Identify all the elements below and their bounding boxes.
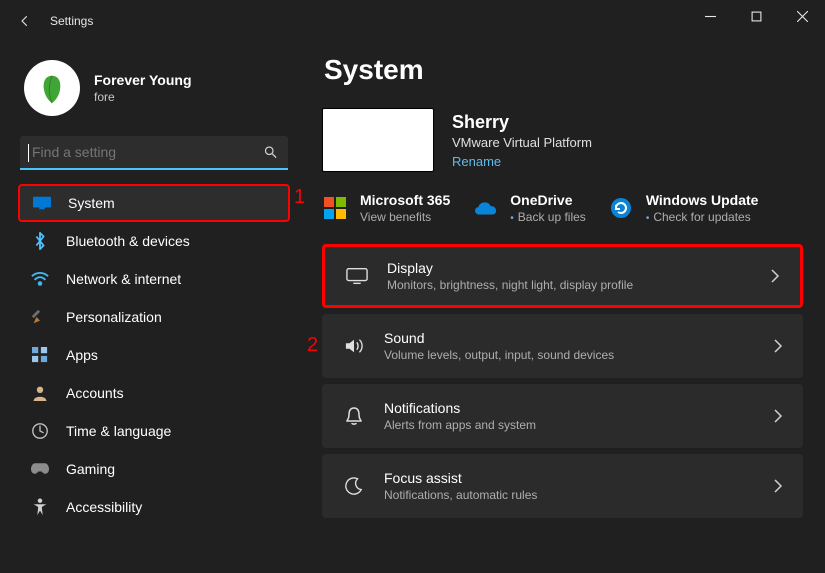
sidebar-item-accounts[interactable]: Accounts: [18, 374, 290, 412]
clock-globe-icon: [30, 422, 50, 440]
search-icon: [263, 145, 278, 160]
list-item-subtitle: Volume levels, output, input, sound devi…: [384, 348, 755, 362]
device-platform: VMware Virtual Platform: [452, 135, 592, 150]
promo-subtitle: Back up files: [510, 210, 586, 224]
chevron-right-icon: [770, 269, 780, 283]
promo-row: Microsoft 365 View benefits OneDrive Bac…: [322, 192, 803, 224]
promo-microsoft-365[interactable]: Microsoft 365 View benefits: [322, 192, 450, 224]
chevron-right-icon: [773, 479, 783, 493]
promo-windows-update[interactable]: Windows Update Check for updates: [608, 192, 759, 224]
device-thumbnail: [322, 108, 434, 172]
chevron-right-icon: [773, 409, 783, 423]
sidebar-item-label: Gaming: [66, 461, 115, 477]
sidebar-item-label: Apps: [66, 347, 98, 363]
bell-icon: [342, 406, 366, 426]
device-summary: Sherry VMware Virtual Platform Rename: [322, 108, 803, 172]
window-title: Settings: [50, 14, 93, 28]
sound-icon: [342, 337, 366, 355]
sidebar-item-label: System: [68, 195, 115, 211]
profile-subtitle: fore: [94, 90, 192, 104]
gamepad-icon: [30, 462, 50, 476]
sidebar-item-label: Time & language: [66, 423, 171, 439]
sidebar: Forever Young fore System: [0, 42, 300, 573]
promo-title: Windows Update: [646, 192, 759, 208]
window-close-button[interactable]: [779, 0, 825, 32]
wifi-icon: [30, 272, 50, 286]
list-item-subtitle: Monitors, brightness, night light, displ…: [387, 278, 752, 292]
chevron-right-icon: [773, 339, 783, 353]
list-item-display[interactable]: Display Monitors, brightness, night ligh…: [322, 244, 803, 308]
annotation-1: 1: [294, 186, 305, 209]
sidebar-item-personalization[interactable]: Personalization: [18, 298, 290, 336]
promo-title: OneDrive: [510, 192, 586, 208]
sidebar-nav: System Bluetooth & devices Network & int…: [18, 184, 290, 526]
device-rename-link[interactable]: Rename: [452, 154, 592, 169]
list-item-subtitle: Alerts from apps and system: [384, 418, 755, 432]
person-icon: [30, 385, 50, 401]
sidebar-item-label: Bluetooth & devices: [66, 233, 190, 249]
brush-icon: [30, 308, 50, 326]
settings-list: Display Monitors, brightness, night ligh…: [322, 244, 803, 518]
update-icon: [608, 195, 634, 221]
sidebar-item-label: Accessibility: [66, 499, 142, 515]
sidebar-item-apps[interactable]: Apps: [18, 336, 290, 374]
list-item-title: Notifications: [384, 400, 755, 416]
moon-icon: [342, 477, 366, 495]
monitor-icon: [32, 196, 52, 210]
annotation-2: 2: [307, 334, 318, 357]
list-item-subtitle: Notifications, automatic rules: [384, 488, 755, 502]
list-item-sound[interactable]: Sound Volume levels, output, input, soun…: [322, 314, 803, 378]
onedrive-icon: [472, 195, 498, 221]
bluetooth-icon: [30, 232, 50, 250]
sidebar-item-label: Accounts: [66, 385, 124, 401]
promo-onedrive[interactable]: OneDrive Back up files: [472, 192, 586, 224]
apps-icon: [30, 347, 50, 363]
sidebar-item-time-language[interactable]: Time & language: [18, 412, 290, 450]
sidebar-item-gaming[interactable]: Gaming: [18, 450, 290, 488]
profile-name: Forever Young: [94, 72, 192, 88]
list-item-notifications[interactable]: Notifications Alerts from apps and syste…: [322, 384, 803, 448]
search-input-wrapper[interactable]: [20, 136, 288, 170]
sidebar-item-label: Network & internet: [66, 271, 181, 287]
sidebar-item-system[interactable]: System: [18, 184, 290, 222]
page-title: System: [324, 54, 803, 86]
device-name: Sherry: [452, 112, 592, 133]
list-item-title: Focus assist: [384, 470, 755, 486]
main-content: System Sherry VMware Virtual Platform Re…: [300, 42, 825, 573]
list-item-title: Sound: [384, 330, 755, 346]
sidebar-item-bluetooth[interactable]: Bluetooth & devices: [18, 222, 290, 260]
display-icon: [345, 267, 369, 285]
accessibility-icon: [30, 498, 50, 516]
list-item-focus-assist[interactable]: Focus assist Notifications, automatic ru…: [322, 454, 803, 518]
titlebar: Settings: [0, 0, 825, 42]
window-maximize-button[interactable]: [733, 0, 779, 32]
promo-subtitle: View benefits: [360, 210, 450, 224]
avatar: [24, 60, 80, 116]
profile-block[interactable]: Forever Young fore: [18, 50, 290, 132]
sidebar-item-accessibility[interactable]: Accessibility: [18, 488, 290, 526]
promo-subtitle: Check for updates: [646, 210, 759, 224]
promo-title: Microsoft 365: [360, 192, 450, 208]
sidebar-item-network[interactable]: Network & internet: [18, 260, 290, 298]
window-minimize-button[interactable]: [687, 0, 733, 32]
search-input[interactable]: [30, 143, 254, 161]
list-item-title: Display: [387, 260, 752, 276]
sidebar-item-label: Personalization: [66, 309, 162, 325]
back-icon[interactable]: [18, 14, 32, 28]
m365-icon: [322, 195, 348, 221]
settings-window: Settings For: [0, 0, 825, 573]
